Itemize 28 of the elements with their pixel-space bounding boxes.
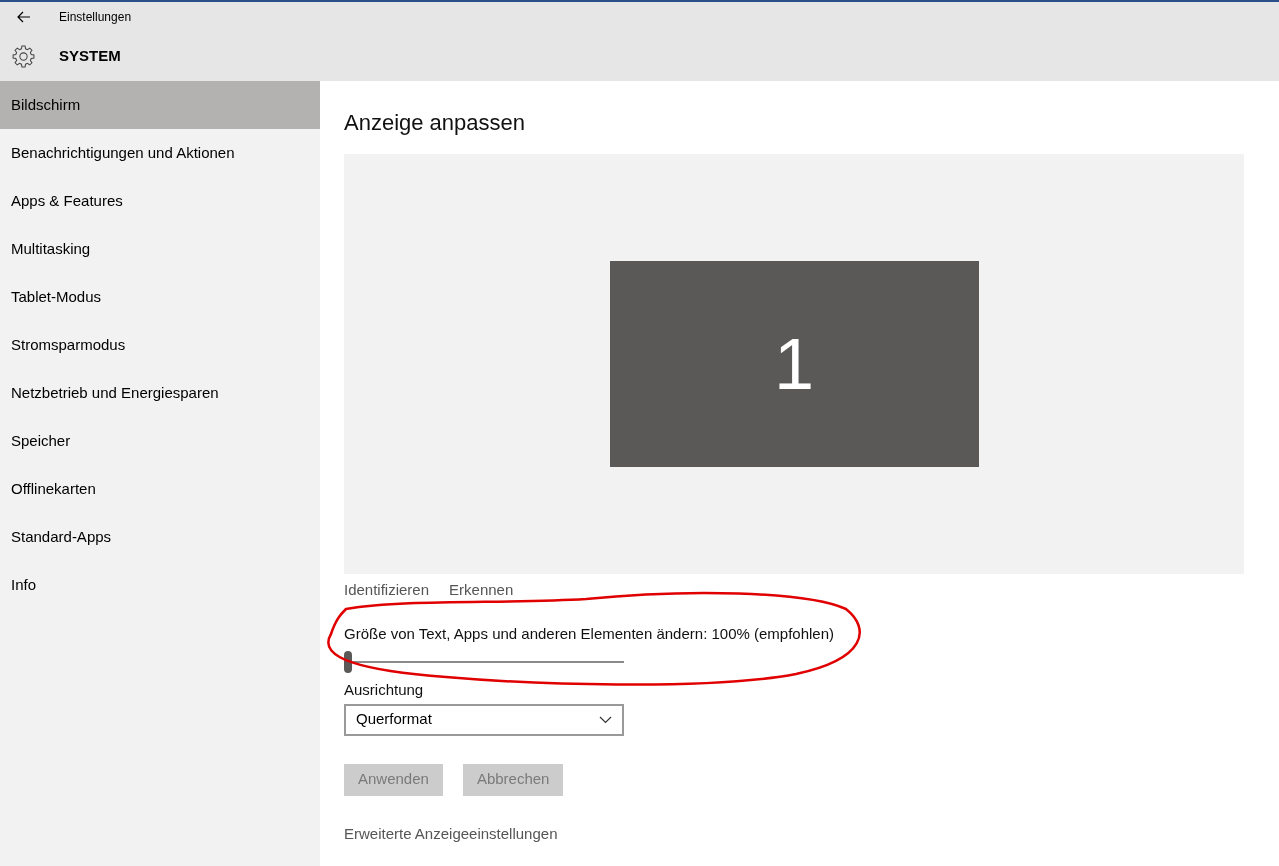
scale-slider[interactable] [344, 651, 624, 673]
sidebar-item[interactable]: Multitasking [0, 225, 320, 273]
sidebar-item[interactable]: Standard-Apps [0, 513, 320, 561]
sidebar-item[interactable]: Stromsparmodus [0, 321, 320, 369]
slider-thumb[interactable] [344, 651, 352, 673]
monitor-number: 1 [773, 323, 814, 406]
sidebar-item[interactable]: Bildschirm [0, 81, 320, 129]
sidebar-item[interactable]: Info [0, 561, 320, 609]
window-title: Einstellungen [59, 9, 132, 26]
scale-label: Größe von Text, Apps und anderen Elementen ändern: 100% (empfohlen) [344, 623, 836, 644]
monitor-tile[interactable]: 1 [609, 261, 979, 467]
dropdown-value: Querformat [356, 709, 432, 730]
preview-link[interactable]: Erkennen [449, 579, 514, 602]
sidebar-item[interactable]: Apps & Features [0, 177, 320, 225]
preview-link[interactable]: Identifizieren [344, 579, 430, 602]
chevron-down-icon [599, 715, 612, 724]
page-heading: Anzeige anpassen [344, 109, 527, 137]
advanced-settings-link[interactable]: Erweiterte Anzeigeeinstellungen [344, 822, 1244, 845]
sidebar-item[interactable]: Tablet-Modus [0, 273, 320, 321]
sidebar-item[interactable]: Netzbetrieb und Energiesparen [0, 369, 320, 417]
sidebar-item[interactable]: Speicher [0, 417, 320, 465]
section-title: SYSTEM [59, 45, 121, 66]
sidebar-item[interactable]: Offlinekarten [0, 465, 320, 513]
orientation-label: Ausrichtung [344, 680, 425, 700]
orientation-dropdown[interactable]: Querformat [344, 703, 624, 736]
sidebar-item[interactable]: Benachrichtigungen und Aktionen [0, 129, 320, 177]
back-arrow-icon[interactable] [17, 11, 31, 23]
settings-icon [11, 43, 36, 69]
